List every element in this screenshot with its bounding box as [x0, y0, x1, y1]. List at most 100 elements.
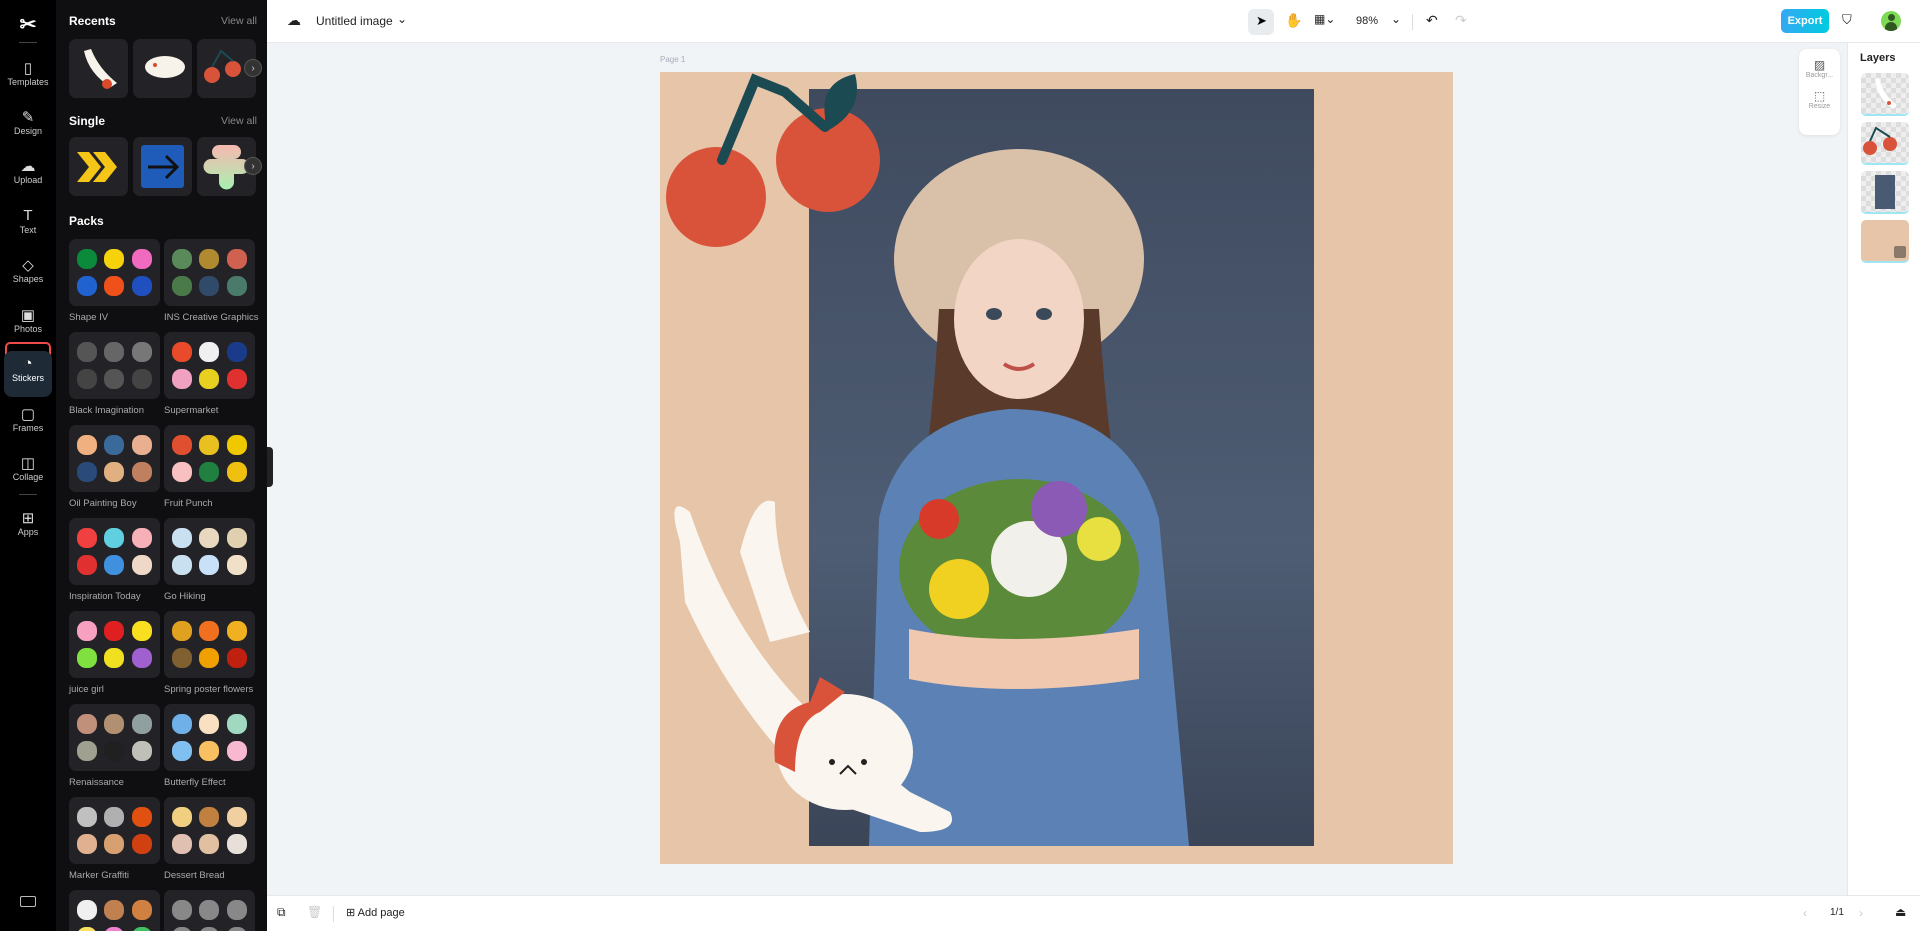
pack-thumbnail[interactable] — [164, 239, 255, 306]
pack-thumbnail[interactable] — [69, 611, 160, 678]
stickers-panel: Recents View all › Single View all › Pac… — [56, 0, 267, 931]
pack-thumbnail[interactable] — [164, 425, 255, 492]
sticker-pack[interactable]: Black Imagination — [69, 332, 160, 416]
layer-portrait-image[interactable] — [1861, 171, 1909, 214]
recent-sticker-cat-lying[interactable] — [133, 39, 192, 98]
sticker-preview — [104, 276, 125, 297]
sticker-pack[interactable]: Inspiration Today — [69, 518, 160, 602]
sticker-preview — [76, 806, 97, 827]
rail-item-frames[interactable]: ▢ Frames — [4, 401, 52, 447]
resize-label: Resize — [1808, 103, 1831, 110]
sticker-pack[interactable] — [69, 890, 160, 931]
zoom-level[interactable]: 98% — [1356, 15, 1378, 27]
rail-item-upload[interactable]: ☁ Upload — [4, 153, 52, 199]
sticker-pack[interactable]: Oil Painting Boy — [69, 425, 160, 509]
sticker-pack[interactable] — [164, 890, 255, 931]
cat-sticker[interactable] — [674, 500, 952, 832]
page-manager-icon[interactable]: ⏏ — [1895, 905, 1906, 919]
sticker-pack[interactable]: Butterfly Effect — [164, 704, 255, 788]
layer-background[interactable] — [1861, 220, 1909, 263]
pack-thumbnail[interactable] — [69, 797, 160, 864]
rail-item-shapes[interactable]: ◇ Shapes — [4, 252, 52, 298]
sticker-preview — [171, 341, 192, 362]
sticker-pack[interactable]: Fruit Punch — [164, 425, 255, 509]
sticker-preview — [104, 648, 125, 669]
sticker-preview — [171, 741, 192, 762]
cloud-save-icon[interactable]: ☁ — [287, 12, 301, 29]
rail-item-templates[interactable]: ▯ Templates — [4, 55, 52, 101]
duplicate-page-icon[interactable]: ⧉ — [277, 905, 286, 920]
shield-check-icon[interactable]: ⛉ — [1842, 12, 1852, 28]
sticker-pack[interactable]: juice girl — [69, 611, 160, 695]
pack-thumbnail[interactable] — [164, 704, 255, 771]
sticker-pack[interactable]: Marker Graffiti — [69, 797, 160, 881]
add-page-button[interactable]: ⊞ Add page — [346, 906, 405, 919]
single-sticker-chevrons[interactable] — [69, 137, 128, 196]
cherries-sticker[interactable] — [666, 73, 880, 247]
single-next-button[interactable]: › — [244, 157, 262, 175]
pack-thumbnail[interactable] — [69, 332, 160, 399]
pack-thumbnail[interactable] — [164, 332, 255, 399]
sticker-preview — [199, 899, 220, 920]
export-button[interactable]: Export — [1781, 9, 1829, 33]
sticker-preview — [132, 741, 153, 762]
rail-item-design[interactable]: ✎ Design — [4, 104, 52, 150]
pack-thumbnail[interactable] — [69, 890, 160, 931]
pack-thumbnail[interactable] — [69, 704, 160, 771]
sticker-pack[interactable]: Renaissance — [69, 704, 160, 788]
layer-cat-sticker[interactable] — [1861, 73, 1909, 116]
sticker-preview — [199, 741, 220, 762]
layout-menu-icon[interactable]: ▦⌄ — [1314, 12, 1335, 26]
rail-item-text[interactable]: T Text — [4, 203, 52, 249]
pack-thumbnail[interactable] — [69, 239, 160, 306]
rail-item-collage[interactable]: ◫ Collage — [4, 450, 52, 496]
panel-collapse-handle[interactable] — [267, 447, 273, 487]
undo-icon[interactable]: ↶ — [1426, 12, 1438, 29]
sticker-preview — [76, 620, 97, 641]
recents-next-button[interactable]: › — [244, 59, 262, 77]
redo-icon[interactable]: ↷ — [1455, 12, 1467, 29]
sticker-preview — [171, 927, 192, 931]
resize-button[interactable]: ⬚ Resize — [1799, 79, 1840, 110]
quick-actions-panel: ▨ Backgr... ⬚ Resize — [1799, 49, 1840, 135]
hand-tool-icon[interactable]: ✋ — [1285, 12, 1302, 29]
keyboard-shortcuts-icon[interactable] — [20, 896, 36, 907]
layers-heading: Layers — [1860, 52, 1896, 64]
pack-thumbnail[interactable] — [164, 518, 255, 585]
select-tool-button[interactable]: ➤ — [1248, 9, 1274, 35]
pack-thumbnail[interactable] — [69, 518, 160, 585]
delete-page-icon[interactable]: 🗑 — [307, 905, 322, 919]
pack-thumbnail[interactable] — [164, 890, 255, 931]
sticker-preview — [171, 369, 192, 390]
zoom-chevron-down-icon[interactable]: ⌄ — [1391, 12, 1401, 26]
previous-page-icon[interactable]: ‹ — [1803, 906, 1807, 920]
top-bar: ☁ Untitled image ⌄ ➤ ✋ ▦⌄ 98% ⌄ ↶ ↷ Expo… — [267, 0, 1920, 43]
sticker-pack[interactable]: Supermarket — [164, 332, 255, 416]
title-chevron-down-icon[interactable]: ⌄ — [397, 12, 407, 26]
sticker-preview — [227, 527, 248, 548]
sticker-preview — [132, 434, 153, 455]
sticker-pack[interactable]: Dessert Bread — [164, 797, 255, 881]
rail-item-stickers[interactable]: ◔ Stickers — [4, 351, 52, 397]
user-avatar[interactable] — [1881, 11, 1901, 31]
recents-view-all[interactable]: View all — [221, 15, 257, 27]
sticker-pack[interactable]: Spring poster flowers — [164, 611, 255, 695]
single-view-all[interactable]: View all — [221, 115, 257, 127]
document-title[interactable]: Untitled image — [316, 14, 393, 28]
single-sticker-arrow[interactable] — [133, 137, 192, 196]
layer-cherries-sticker[interactable] — [1861, 122, 1909, 165]
pack-thumbnail[interactable] — [164, 797, 255, 864]
recent-sticker-cat-stretch[interactable] — [69, 39, 128, 98]
capcut-logo-icon[interactable]: ✂ — [16, 12, 40, 36]
sticker-pack[interactable]: Go Hiking — [164, 518, 255, 602]
canvas-page[interactable] — [660, 72, 1453, 864]
next-page-icon[interactable]: › — [1859, 906, 1863, 920]
pack-thumbnail[interactable] — [164, 611, 255, 678]
sticker-pack[interactable]: INS Creative Graphics — [164, 239, 259, 323]
sticker-pack[interactable]: Shape IV — [69, 239, 160, 323]
pack-thumbnail[interactable] — [69, 425, 160, 492]
rail-item-apps[interactable]: ⊞ Apps — [4, 505, 52, 551]
background-button[interactable]: ▨ Backgr... — [1799, 49, 1840, 79]
rail-item-photos[interactable]: ▣ Photos — [4, 302, 52, 348]
rail-item-label: Photos — [13, 324, 43, 334]
